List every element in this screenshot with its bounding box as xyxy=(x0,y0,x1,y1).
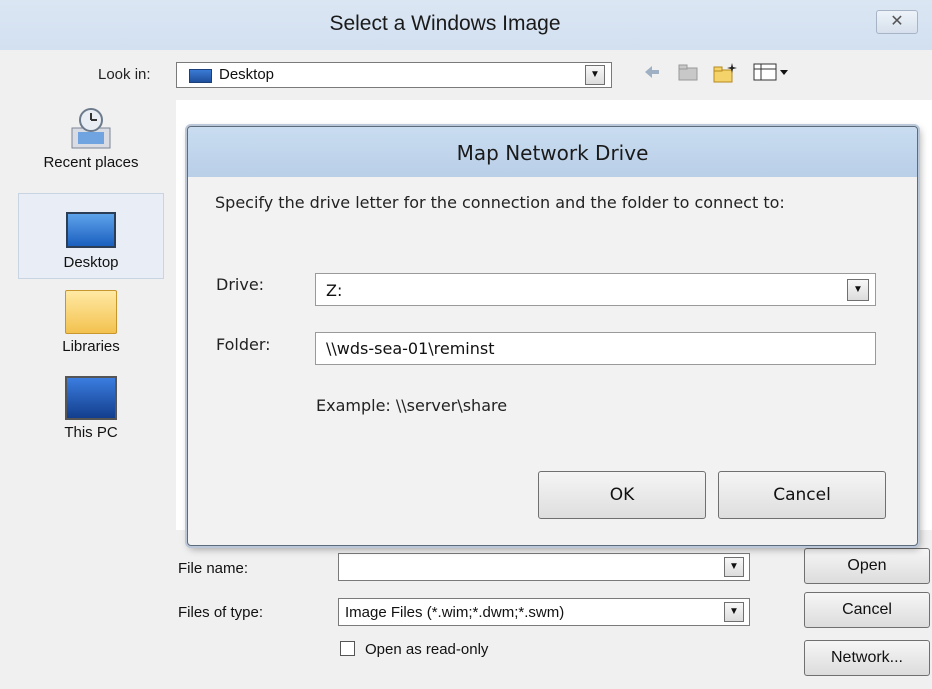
look-in-value: Desktop xyxy=(219,66,275,83)
open-button[interactable]: Open xyxy=(804,548,930,584)
place-label: Desktop xyxy=(63,254,119,271)
place-label: This PC xyxy=(64,424,118,441)
this-pc-icon xyxy=(65,376,117,420)
dialog-titlebar: Select a Windows Image ✕ xyxy=(0,0,932,50)
dialog-title: Select a Windows Image xyxy=(329,12,561,35)
ok-button[interactable]: OK xyxy=(538,471,706,519)
desktop-icon xyxy=(66,212,116,248)
modal-instruction: Specify the drive letter for the connect… xyxy=(215,193,785,212)
network-button[interactable]: Network... xyxy=(804,640,930,676)
place-desktop[interactable]: Desktop xyxy=(18,193,164,279)
files-of-type-label: Files of type: xyxy=(178,604,264,621)
chevron-down-icon[interactable]: ▼ xyxy=(585,65,605,85)
modal-title: Map Network Drive xyxy=(456,141,649,165)
cancel-button[interactable]: Cancel xyxy=(804,592,930,628)
file-name-label: File name: xyxy=(178,560,249,577)
new-folder-icon[interactable] xyxy=(712,62,738,86)
place-this-pc[interactable]: This PC xyxy=(18,376,164,441)
map-network-drive-dialog: Map Network Drive Specify the drive lett… xyxy=(187,126,918,546)
back-arrow-icon[interactable] xyxy=(640,62,664,86)
place-libraries[interactable]: Libraries xyxy=(18,290,164,355)
drive-value: Z: xyxy=(326,281,343,300)
close-button[interactable]: ✕ xyxy=(876,10,918,34)
look-in-dropdown[interactable]: Desktop ▼ xyxy=(176,62,612,88)
libraries-icon xyxy=(65,290,117,334)
folder-input[interactable]: \\wds-sea-01\reminst xyxy=(315,332,876,365)
folder-label: Folder: xyxy=(216,335,271,354)
close-icon: ✕ xyxy=(890,13,904,30)
file-name-input[interactable]: ▼ xyxy=(338,553,750,581)
place-label: Recent places xyxy=(43,154,139,171)
chevron-down-icon[interactable]: ▼ xyxy=(724,602,744,622)
chevron-down-icon[interactable]: ▼ xyxy=(847,279,869,301)
read-only-checkbox[interactable] xyxy=(340,641,355,656)
drive-dropdown[interactable]: Z: ▼ xyxy=(315,273,876,306)
read-only-label: Open as read-only xyxy=(365,641,489,658)
drive-label: Drive: xyxy=(216,275,265,294)
modal-titlebar: Map Network Drive xyxy=(188,127,917,177)
folder-example: Example: \\server\share xyxy=(316,396,508,415)
read-only-checkbox-row[interactable]: Open as read-only xyxy=(340,641,488,658)
recent-places-icon xyxy=(66,106,116,152)
places-bar: Recent places Desktop Libraries This PC xyxy=(0,100,172,530)
desktop-icon xyxy=(189,69,212,83)
place-recent-places[interactable]: Recent places xyxy=(18,106,164,171)
up-folder-icon[interactable] xyxy=(676,62,700,86)
files-of-type-value: Image Files (*.wim;*.dwm;*.swm) xyxy=(345,604,565,621)
chevron-down-icon[interactable]: ▼ xyxy=(724,557,744,577)
modal-cancel-button[interactable]: Cancel xyxy=(718,471,886,519)
place-label: Libraries xyxy=(62,338,120,355)
view-menu-icon[interactable] xyxy=(752,62,792,86)
files-of-type-dropdown[interactable]: Image Files (*.wim;*.dwm;*.swm) ▼ xyxy=(338,598,750,626)
look-in-label: Look in: xyxy=(98,66,151,83)
